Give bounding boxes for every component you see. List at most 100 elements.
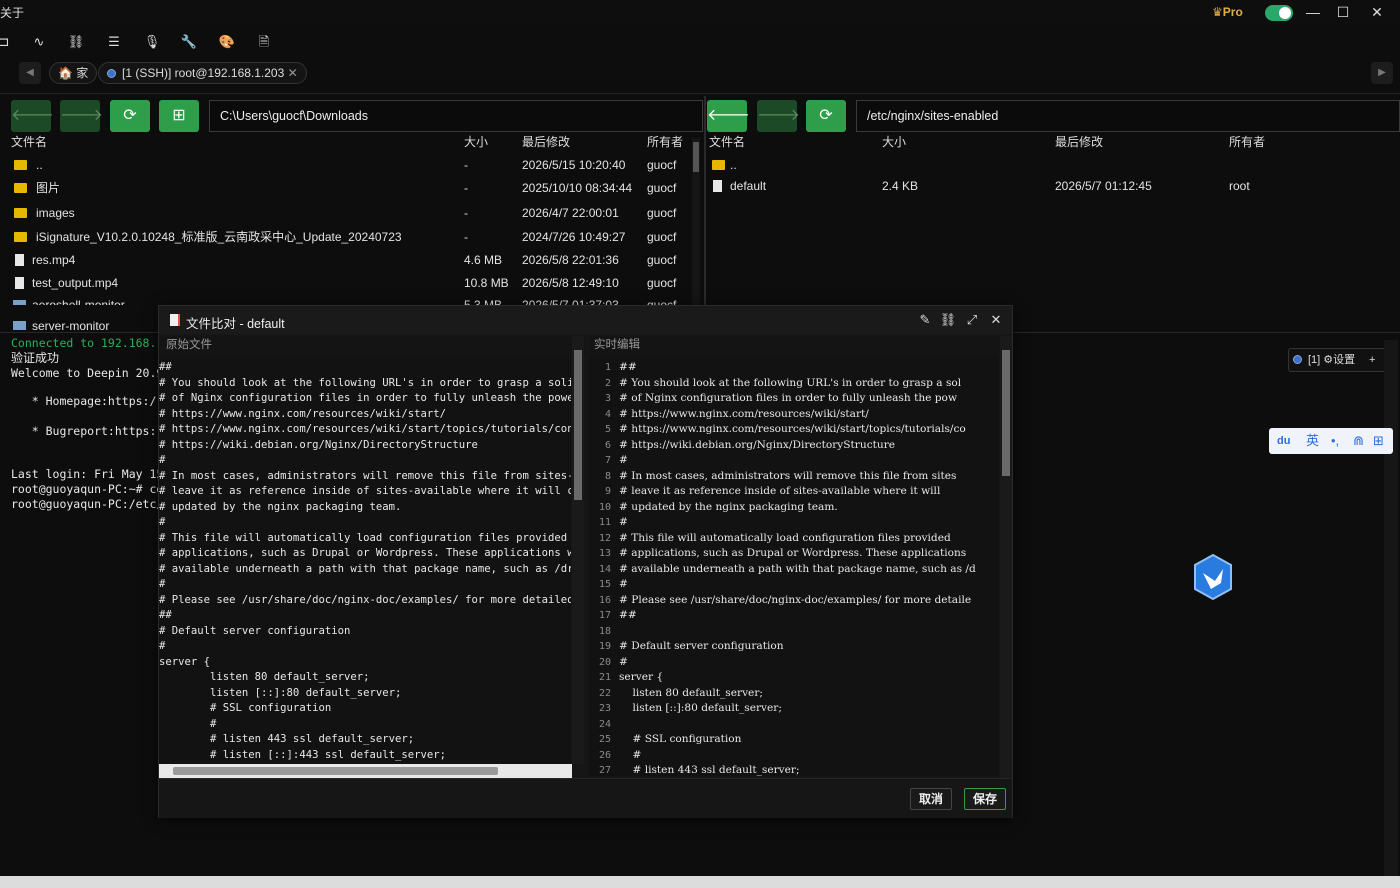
logout-icon[interactable]: ⊐	[0, 32, 14, 52]
microphone-icon[interactable]: 🎙	[142, 32, 162, 52]
tab-home[interactable]: 🏠 家	[49, 62, 98, 84]
code-line[interactable]	[619, 717, 976, 733]
code-line[interactable]: listen 80 default_server;	[619, 686, 976, 702]
table-row[interactable]: 图片 - 2025/10/10 08:34:44 guocf	[11, 177, 691, 199]
edit-pen-icon[interactable]: ✎	[916, 310, 934, 330]
local-col-name[interactable]: 文件名	[11, 133, 47, 150]
expand-icon[interactable]: ⤢	[963, 310, 981, 330]
scrollbar-thumb[interactable]	[574, 350, 582, 500]
remote-path-input[interactable]: /etc/nginx/sites-enabled	[856, 100, 1400, 132]
remote-col-size[interactable]: 大小	[882, 133, 906, 150]
remote-col-name[interactable]: 文件名	[709, 133, 745, 150]
tabs-scroll-right-button[interactable]: ▶	[1371, 62, 1393, 84]
close-icon[interactable]: ✕	[987, 310, 1005, 330]
remote-back-button[interactable]: 🡐	[707, 100, 750, 132]
code-line[interactable]: # https://wiki.debian.org/Nginx/Director…	[619, 438, 976, 454]
remote-refresh-button[interactable]: ⟳	[806, 100, 846, 132]
table-row[interactable]: res.mp4 4.6 MB 2026/5/8 22:01:36 guocf	[11, 249, 691, 271]
original-vertical-scrollbar[interactable]	[572, 336, 584, 764]
link-icon[interactable]: ⛓	[66, 32, 86, 52]
code-line[interactable]: # SSL configuration	[619, 732, 976, 748]
code-line[interactable]: # In most cases, administrators will rem…	[619, 469, 976, 485]
code-line[interactable]: # applications, such as Drupal or Wordpr…	[619, 546, 976, 562]
code-line[interactable]: # Default server configuration	[619, 639, 976, 655]
code-line[interactable]: # You should look at the following URL's…	[619, 376, 976, 392]
code-line[interactable]: ##	[619, 608, 976, 624]
code-line[interactable]: #	[619, 515, 976, 531]
ime-menu-icon[interactable]: ⊞	[1373, 428, 1384, 454]
maximize-button[interactable]: ☐	[1332, 2, 1354, 22]
pane-divider[interactable]	[704, 96, 706, 332]
code-line[interactable]: #	[619, 577, 976, 593]
remote-col-owner[interactable]: 所有者	[1229, 133, 1265, 150]
code-line[interactable]: #	[619, 453, 976, 469]
scrollbar-thumb[interactable]	[1002, 350, 1010, 476]
about-menu[interactable]: 关于	[0, 4, 24, 21]
local-col-modified[interactable]: 最后修改	[522, 133, 570, 150]
original-horizontal-scrollbar[interactable]	[159, 764, 572, 778]
wrench-icon[interactable]: 🔧	[179, 32, 199, 52]
live-edit-vertical-scrollbar[interactable]	[1000, 336, 1012, 778]
dialog-title-bar[interactable]: 文件比对 - default ✎ ⛓ ⤢ ✕	[159, 306, 1012, 334]
code-line[interactable]: ##	[619, 360, 976, 376]
table-row[interactable]: server-monitor	[11, 318, 161, 334]
table-row[interactable]: images - 2026/4/7 22:00:01 guocf	[11, 202, 691, 224]
table-row[interactable]: test_output.mp4 10.8 MB 2026/5/8 12:49:1…	[11, 272, 691, 294]
code-line[interactable]: # Please see /usr/share/doc/nginx-doc/ex…	[619, 593, 976, 609]
ime-punctuation-icon[interactable]: •,	[1331, 428, 1339, 454]
pro-badge[interactable]: ♛Pro	[1212, 5, 1243, 19]
live-edit-code-text[interactable]: ## # You should look at the following URL…	[619, 360, 976, 776]
table-row[interactable]: ..	[709, 154, 1389, 176]
local-list-scrollbar[interactable]	[692, 138, 700, 308]
local-refresh-button[interactable]: ⟳	[110, 100, 150, 132]
table-row[interactable]: aeroshell-monitor 5.3 MB 2026/5/7 01:37:…	[11, 294, 691, 305]
scrollbar-thumb[interactable]	[693, 142, 699, 172]
code-line[interactable]: # available underneath a path with that …	[619, 562, 976, 578]
minimize-button[interactable]: —	[1302, 2, 1324, 22]
terminal-session-tab[interactable]: [1] ⚙设置 +	[1288, 348, 1388, 372]
table-row[interactable]: .. - 2026/5/15 10:20:40 guocf	[11, 154, 691, 176]
code-line[interactable]: #	[619, 655, 976, 671]
palette-icon[interactable]: 🎨	[217, 32, 237, 52]
local-col-size[interactable]: 大小	[464, 133, 488, 150]
tab-ssh[interactable]: [1 (SSH)] root@192.168.1.203 ✕	[98, 62, 307, 84]
scrollbar-thumb[interactable]	[173, 767, 498, 775]
local-back-button[interactable]: 🡐	[11, 100, 54, 132]
table-row[interactable]: iSignature_V10.2.0.10248_标准版_云南政采中心_Upda…	[11, 226, 691, 248]
local-col-owner[interactable]: 所有者	[647, 133, 683, 150]
cancel-button[interactable]: 取消	[910, 788, 953, 810]
table-row[interactable]: default 2.4 KB 2026/5/7 01:12:45 root	[709, 175, 1389, 197]
live-edit-code-editor[interactable]: 1 2 3 4 5 6 7 8 9 10 11 12 13 14 15 16 17 18 19 20 21 22 23 24 2…	[589, 356, 999, 776]
local-path-input[interactable]: C:\Users\guocf\Downloads	[209, 100, 703, 132]
code-line[interactable]: # listen 443 ssl default_server;	[619, 763, 976, 776]
code-line[interactable]: # https://www.nginx.com/resources/wiki/s…	[619, 422, 976, 438]
code-line[interactable]: # updated by the nginx packaging team.	[619, 500, 976, 516]
tabs-scroll-left-button[interactable]: ◀	[19, 62, 41, 84]
link-icon[interactable]: ⛓	[939, 310, 957, 330]
add-terminal-icon[interactable]: +	[1369, 349, 1375, 371]
code-line[interactable]: # https://www.nginx.com/resources/wiki/s…	[619, 407, 976, 423]
terminal-scrollbar[interactable]	[1384, 340, 1398, 876]
close-window-button[interactable]: ✕	[1366, 2, 1388, 22]
code-line[interactable]: # leave it as reference inside of sites-…	[619, 484, 976, 500]
code-line[interactable]: server {	[619, 670, 976, 686]
local-tree-button[interactable]: ⊞	[159, 100, 199, 132]
code-line[interactable]: listen [::]:80 default_server;	[619, 701, 976, 717]
remote-col-modified[interactable]: 最后修改	[1055, 133, 1103, 150]
activity-icon[interactable]: ∿	[29, 32, 49, 52]
list-icon[interactable]: ☰	[104, 32, 124, 52]
input-method-toolbar[interactable]: du 英 •, ⋒ ⊞	[1269, 428, 1393, 454]
code-line[interactable]	[619, 624, 976, 640]
save-button[interactable]: 保存	[964, 788, 1007, 810]
theme-toggle[interactable]	[1265, 5, 1293, 21]
document-icon[interactable]: 🗎	[254, 32, 274, 52]
baidu-ime-icon[interactable]: du	[1277, 428, 1290, 454]
ime-language-toggle[interactable]: 英	[1306, 428, 1319, 454]
original-code-view[interactable]: ## # You should look at the following URL…	[159, 356, 571, 766]
local-forward-button[interactable]: 🡒	[60, 100, 103, 132]
code-line[interactable]: # of Nginx configuration files in order …	[619, 391, 976, 407]
ime-skin-icon[interactable]: ⋒	[1353, 428, 1364, 454]
remote-forward-button[interactable]: 🡒	[757, 100, 800, 132]
floating-assistant-icon[interactable]	[1191, 553, 1235, 601]
code-line[interactable]: # This file will automatically load conf…	[619, 531, 976, 547]
